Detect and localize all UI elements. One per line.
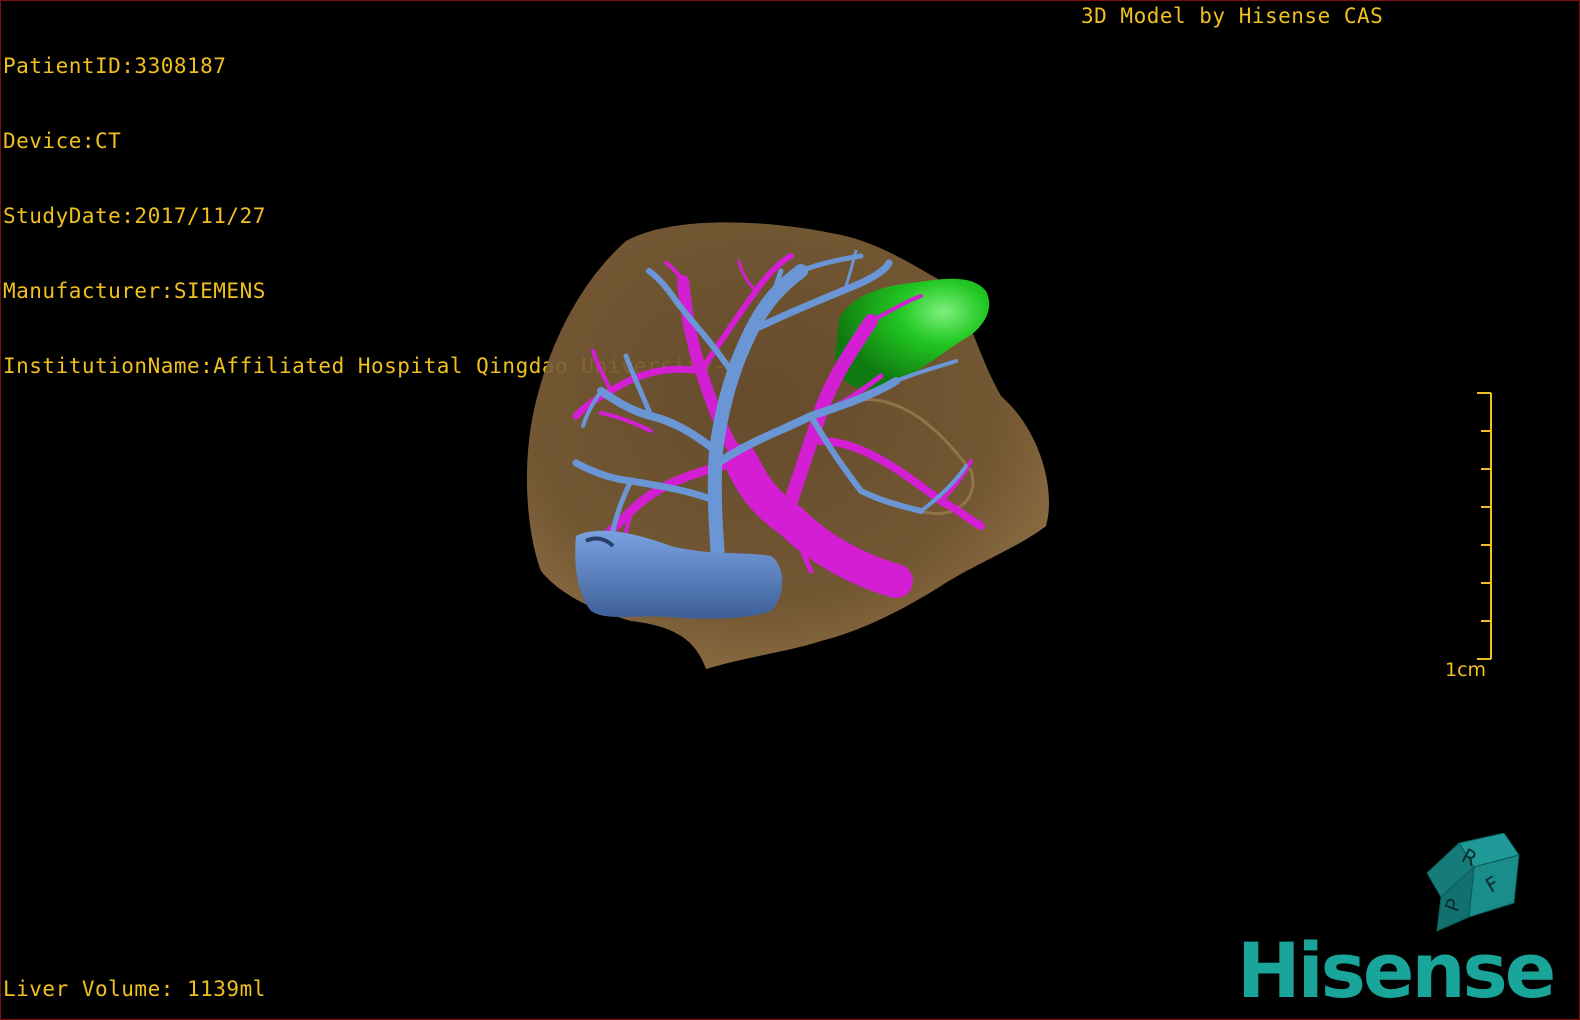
liver-3d-model[interactable] (501, 201, 1081, 681)
scale-bar (1477, 392, 1492, 660)
3d-viewport[interactable]: PatientID:3308187 Device:CT StudyDate:20… (0, 0, 1580, 1020)
orientation-cube[interactable]: R F P (1419, 833, 1529, 939)
device-text: Device:CT (3, 129, 122, 153)
patient-id-text: PatientID:3308187 (3, 54, 227, 78)
model-credit-text: 3D Model by Hisense CAS (1081, 4, 1384, 28)
scale-bar-label: 1cm (1445, 659, 1487, 681)
hisense-logo: Hisense (1237, 926, 1556, 1015)
liver-volume-text: Liver Volume: 1139ml (3, 977, 266, 1001)
